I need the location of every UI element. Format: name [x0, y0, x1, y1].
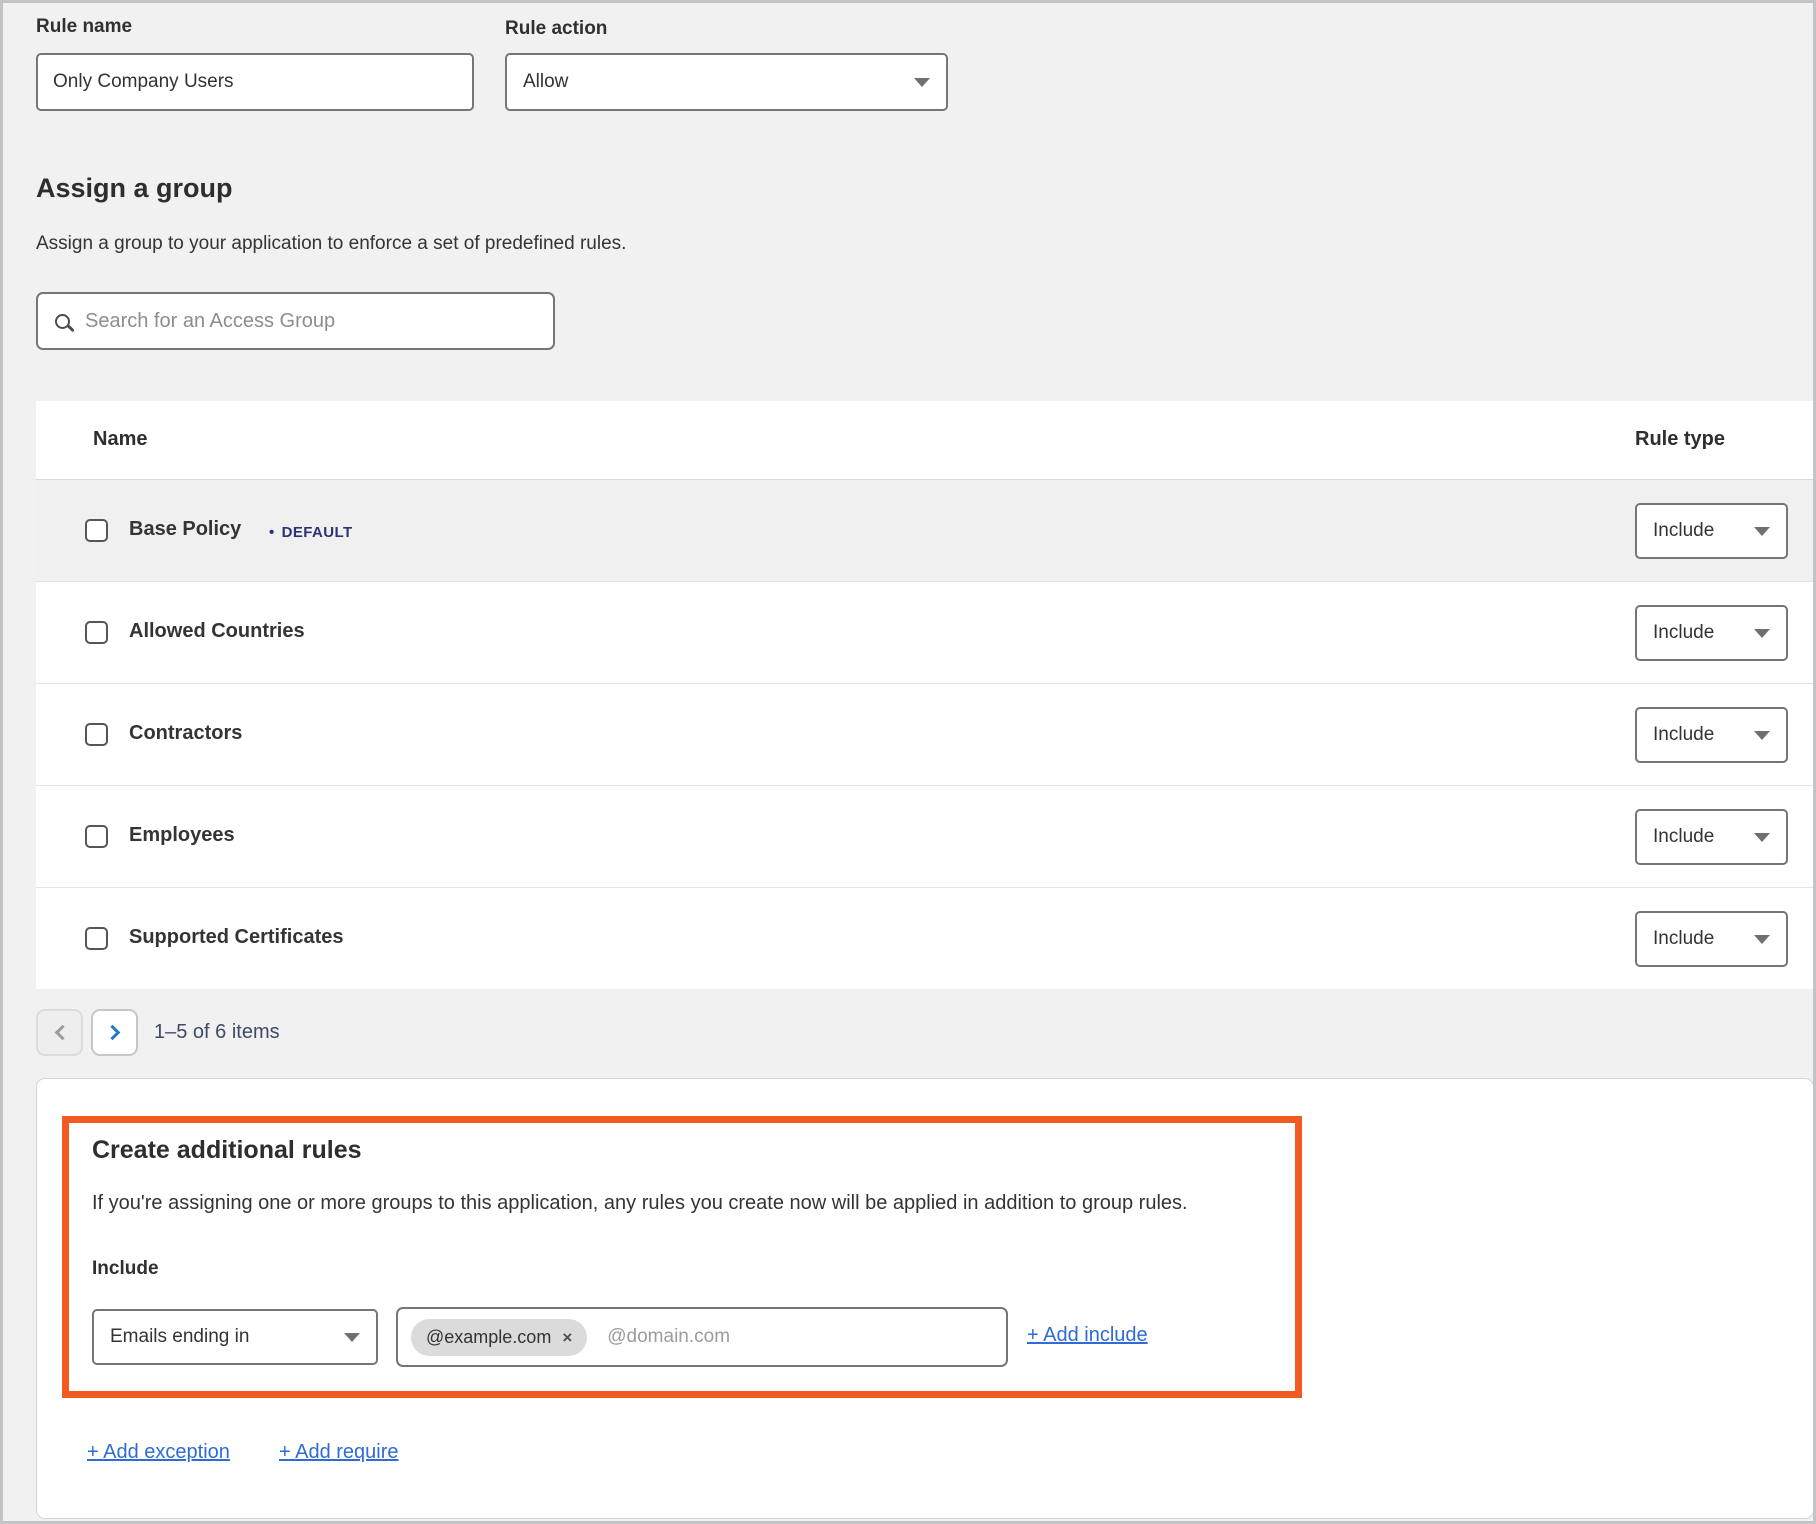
- search-input[interactable]: [85, 310, 536, 333]
- rule-action-label: Rule action: [505, 18, 607, 40]
- row-checkbox[interactable]: [85, 927, 108, 950]
- search-icon: [55, 314, 70, 329]
- add-require-link[interactable]: + Add require: [279, 1441, 399, 1464]
- email-domain-input[interactable]: @example.com ×: [396, 1307, 1008, 1367]
- table-row-supported-certificates: Supported Certificates Include: [36, 888, 1814, 989]
- group-name: Contractors: [129, 722, 242, 745]
- rule-type-value: Include: [1653, 724, 1714, 746]
- create-rules-description: If you're assigning one or more groups t…: [92, 1192, 1188, 1215]
- group-name: Employees: [129, 824, 235, 847]
- group-name: Supported Certificates: [129, 926, 343, 949]
- table-row-contractors: Contractors Include: [36, 684, 1814, 786]
- chip-label: @example.com: [426, 1327, 551, 1348]
- column-header-name: Name: [93, 428, 147, 451]
- chevron-down-icon: [1754, 935, 1770, 944]
- row-checkbox[interactable]: [85, 825, 108, 848]
- rule-name-label: Rule name: [36, 16, 132, 38]
- chevron-down-icon: [1754, 833, 1770, 842]
- rule-type-select[interactable]: Include: [1635, 809, 1788, 865]
- rule-name-input[interactable]: [36, 53, 474, 111]
- group-name: Base Policy: [129, 518, 241, 541]
- default-badge: • DEFAULT: [269, 524, 353, 541]
- rule-type-select[interactable]: Include: [1635, 605, 1788, 661]
- table-row-base-policy: Base Policy • DEFAULT Include: [36, 480, 1814, 582]
- table-row-allowed-countries: Allowed Countries Include: [36, 582, 1814, 684]
- chevron-down-icon: [344, 1333, 360, 1342]
- rule-type-select[interactable]: Include: [1635, 503, 1788, 559]
- access-groups-table: Name Rule type Base Policy • DEFAULT Incl…: [36, 401, 1814, 989]
- rule-type-value: Include: [1653, 826, 1714, 848]
- rule-action-select[interactable]: Allow: [505, 53, 948, 111]
- rule-type-value: Include: [1653, 928, 1714, 950]
- email-chip: @example.com ×: [411, 1319, 587, 1356]
- domain-text-input[interactable]: [607, 1326, 993, 1348]
- close-icon[interactable]: ×: [562, 1329, 572, 1346]
- include-label: Include: [92, 1258, 159, 1280]
- chevron-down-icon: [1754, 731, 1770, 740]
- rule-type-value: Include: [1653, 622, 1714, 644]
- add-exception-link[interactable]: + Add exception: [87, 1441, 230, 1464]
- rule-type-value: Include: [1653, 520, 1714, 542]
- chevron-down-icon: [1754, 629, 1770, 638]
- prev-page-button[interactable]: [36, 1009, 83, 1056]
- next-page-button[interactable]: [91, 1009, 138, 1056]
- assign-group-heading: Assign a group: [36, 173, 233, 204]
- selector-type-value: Emails ending in: [110, 1326, 249, 1348]
- create-rules-card: Create additional rules If you're assign…: [36, 1078, 1814, 1519]
- chevron-down-icon: [914, 78, 930, 87]
- row-checkbox[interactable]: [85, 621, 108, 644]
- row-checkbox[interactable]: [85, 723, 108, 746]
- chevron-right-icon: [104, 1025, 120, 1041]
- assign-group-description: Assign a group to your application to en…: [36, 233, 626, 255]
- row-checkbox[interactable]: [85, 519, 108, 542]
- pagination-range: 1–5 of 6 items: [154, 1021, 280, 1044]
- rule-action-value: Allow: [523, 71, 568, 93]
- chevron-down-icon: [1754, 527, 1770, 536]
- rule-type-select[interactable]: Include: [1635, 707, 1788, 763]
- chevron-left-icon: [54, 1025, 70, 1041]
- group-name: Allowed Countries: [129, 620, 305, 643]
- access-group-search: [36, 292, 555, 350]
- table-header-row: Name Rule type: [36, 401, 1814, 480]
- rule-type-select[interactable]: Include: [1635, 911, 1788, 967]
- table-row-employees: Employees Include: [36, 786, 1814, 888]
- access-rule-form-page: Rule name Rule action Allow Assign a gro…: [0, 0, 1816, 1524]
- selector-type-select[interactable]: Emails ending in: [92, 1309, 378, 1365]
- add-include-link[interactable]: + Add include: [1027, 1324, 1148, 1347]
- column-header-rule-type: Rule type: [1635, 428, 1725, 451]
- badge-dot: •: [269, 524, 275, 541]
- create-rules-heading: Create additional rules: [92, 1136, 362, 1165]
- badge-label: DEFAULT: [282, 524, 353, 541]
